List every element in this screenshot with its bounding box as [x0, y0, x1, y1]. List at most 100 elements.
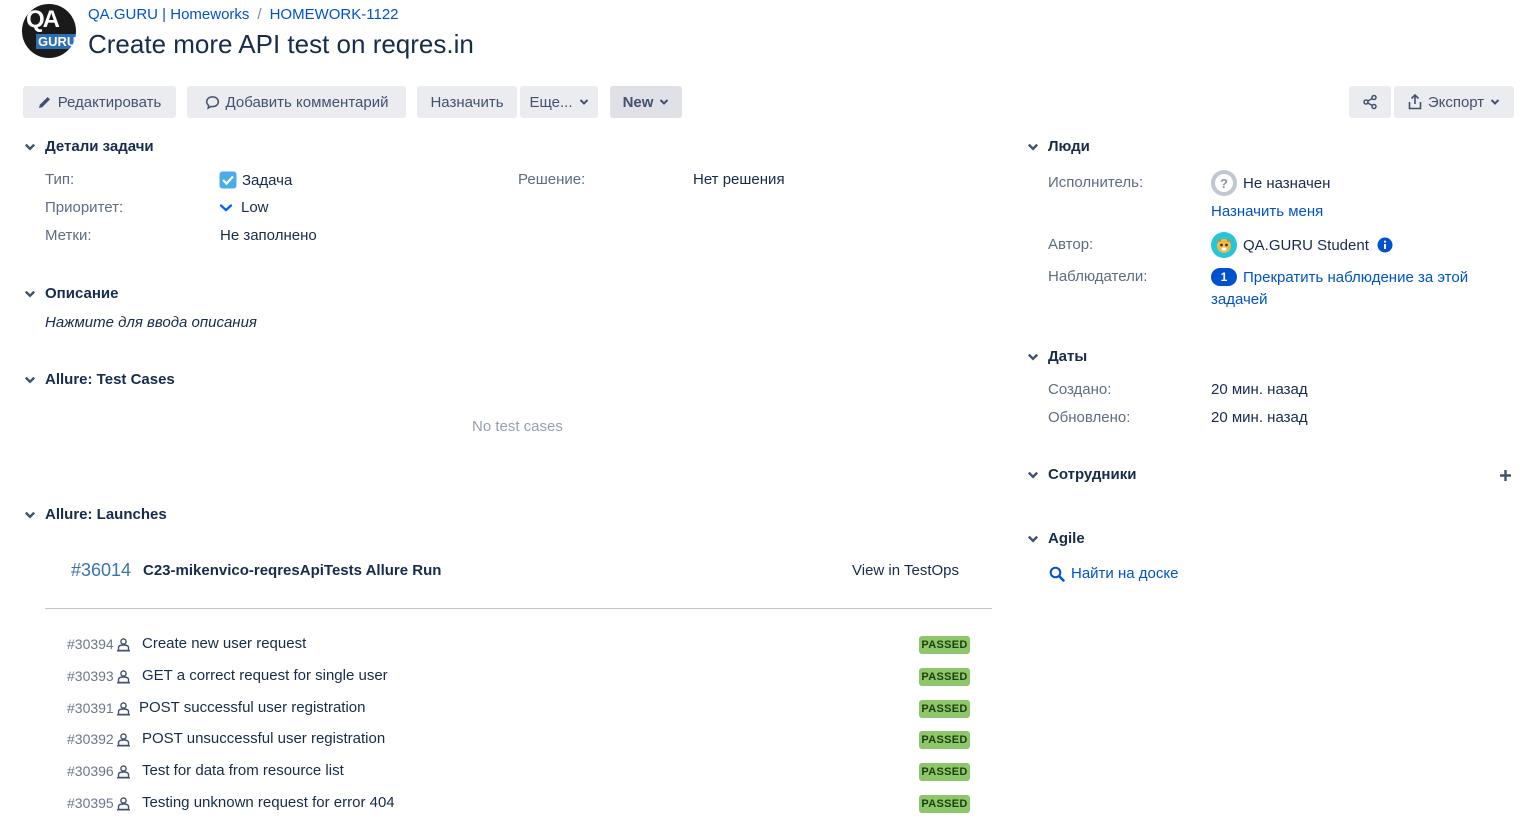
robot-icon [116, 764, 130, 778]
test-result-id-text: #30392 [67, 731, 114, 747]
logo-text-top: QA [26, 6, 60, 33]
view-in-testops-link[interactable]: View in TestOps [852, 562, 959, 579]
test-result-name[interactable]: POST unsuccessful user registration [142, 730, 385, 747]
launches-header: Allure: Launches [45, 506, 167, 523]
chevron-down-icon [1026, 468, 1040, 482]
launch-divider [45, 608, 992, 609]
chevron-down-icon [1026, 532, 1040, 546]
type-value: Задача [219, 171, 292, 189]
test-result-id-text: #30391 [67, 700, 114, 716]
test-result-name[interactable]: GET a correct request for single user [142, 667, 388, 684]
status-badge: PASSED [919, 700, 970, 718]
assign-button-label: Назначить [430, 93, 504, 111]
pencil-icon [38, 97, 50, 108]
test-result-name[interactable]: Testing unknown request for error 404 [142, 794, 395, 811]
logo-text-bottom: GURU [36, 34, 76, 49]
edit-button-label: Редактировать [57, 93, 162, 111]
updated-value: 20 мин. назад [1211, 409, 1308, 426]
test-result-id[interactable]: #30396 [67, 763, 131, 779]
test-result-id-text: #30394 [67, 636, 114, 652]
agile-section-toggle[interactable]: Agile [1026, 530, 1085, 547]
chevron-down-icon [579, 99, 588, 105]
assignee-value-text: Не назначен [1243, 174, 1331, 192]
test-result-id[interactable]: #30391 [67, 700, 131, 716]
assign-button[interactable]: Назначить [417, 86, 517, 118]
reporter-value-text: QA.GURU Student [1243, 236, 1369, 254]
test-result-id[interactable]: #30394 [67, 636, 131, 652]
unassigned-avatar-icon: ? [1211, 170, 1237, 196]
description-section-toggle[interactable]: Описание [23, 285, 118, 302]
search-icon [1049, 566, 1065, 582]
info-icon[interactable] [1377, 237, 1393, 253]
reporter-value[interactable]: QA.GURU Student [1211, 232, 1393, 258]
project-logo[interactable]: QA GURU [22, 4, 76, 58]
priority-value-text: Low [241, 199, 269, 216]
breadcrumb: QA.GURU | Homeworks / HOMEWORK-1122 [88, 6, 399, 23]
watchers-value[interactable]: 1 Прекратить наблюдение за этой [1211, 268, 1468, 286]
chevron-down-icon [23, 373, 37, 387]
issue-title[interactable]: Create more API test on reqres.in [88, 29, 474, 60]
dates-header: Даты [1048, 348, 1088, 365]
stop-watching-link-continued[interactable]: задачей [1211, 291, 1268, 308]
chevron-down-icon [23, 140, 37, 154]
description-placeholder[interactable]: Нажмите для ввода описания [45, 314, 257, 331]
test-result-name[interactable]: POST successful user registration [139, 699, 365, 716]
stop-watching-link[interactable]: Прекратить наблюдение за этой [1243, 269, 1468, 286]
labels-label: Метки: [45, 227, 92, 244]
assign-to-me-link[interactable]: Назначить меня [1211, 203, 1323, 220]
user-avatar-icon [1211, 232, 1237, 258]
test-result-name[interactable]: Create new user request [142, 635, 306, 652]
resolution-label: Решение: [518, 171, 586, 188]
plus-icon[interactable] [1499, 469, 1512, 482]
edit-button[interactable]: Редактировать [23, 86, 176, 118]
chevron-down-icon [1026, 140, 1040, 154]
reporter-label: Автор: [1048, 236, 1094, 253]
status-badge: PASSED [919, 795, 970, 813]
status-button[interactable]: New [610, 86, 682, 118]
type-label: Тип: [45, 171, 75, 188]
robot-icon [116, 732, 130, 746]
status-badge: PASSED [919, 668, 970, 686]
breadcrumb-project-link[interactable]: QA.GURU | Homeworks [88, 6, 249, 23]
chevron-down-icon [23, 508, 37, 522]
test-cases-section-toggle[interactable]: Allure: Test Cases [23, 371, 175, 388]
details-section-toggle[interactable]: Детали задачи [23, 138, 154, 155]
test-result-name[interactable]: Test for data from resource list [142, 762, 344, 779]
details-header: Детали задачи [45, 138, 154, 155]
test-result-id-text: #30393 [67, 668, 114, 684]
launches-section-toggle[interactable]: Allure: Launches [23, 506, 167, 523]
export-icon [1408, 94, 1422, 110]
more-button-label: Еще... [529, 93, 573, 111]
people-section-toggle[interactable]: Люди [1026, 138, 1090, 155]
launch-id-link[interactable]: #36014 [71, 560, 131, 581]
more-button[interactable]: Еще... [520, 86, 598, 118]
test-result-id[interactable]: #30395 [67, 795, 131, 811]
resolution-value: Нет решения [693, 171, 785, 188]
staff-section-toggle[interactable]: Сотрудники [1026, 466, 1136, 483]
breadcrumb-issue-link[interactable]: HOMEWORK-1122 [270, 6, 399, 23]
chevron-down-icon [1490, 99, 1500, 105]
chevron-down-icon [660, 99, 669, 105]
comment-icon [205, 95, 219, 110]
dates-section-toggle[interactable]: Даты [1026, 348, 1087, 365]
robot-icon [116, 796, 130, 810]
chevron-down-icon [1026, 350, 1040, 364]
share-button[interactable] [1349, 86, 1391, 118]
export-button[interactable]: Экспорт [1394, 86, 1514, 118]
export-button-label: Экспорт [1427, 93, 1485, 111]
launch-name: C23-mikenvico-reqresApiTests Allure Run [143, 562, 442, 579]
find-on-board-link[interactable]: Найти на доске [1049, 565, 1178, 582]
description-header: Описание [45, 285, 119, 302]
add-comment-button[interactable]: Добавить комментарий [187, 86, 406, 118]
task-checkbox-icon [219, 171, 237, 189]
robot-icon [116, 669, 130, 683]
status-badge: PASSED [919, 636, 970, 654]
test-result-id[interactable]: #30393 [67, 668, 131, 684]
staff-header: Сотрудники [1048, 466, 1137, 483]
labels-value[interactable]: Не заполнено [220, 227, 317, 244]
type-value-text: Задача [242, 171, 293, 189]
find-on-board-label: Найти на доске [1071, 565, 1179, 582]
test-result-id[interactable]: #30392 [67, 731, 131, 747]
no-test-cases-text: No test cases [472, 418, 563, 435]
status-badge: PASSED [919, 763, 970, 781]
